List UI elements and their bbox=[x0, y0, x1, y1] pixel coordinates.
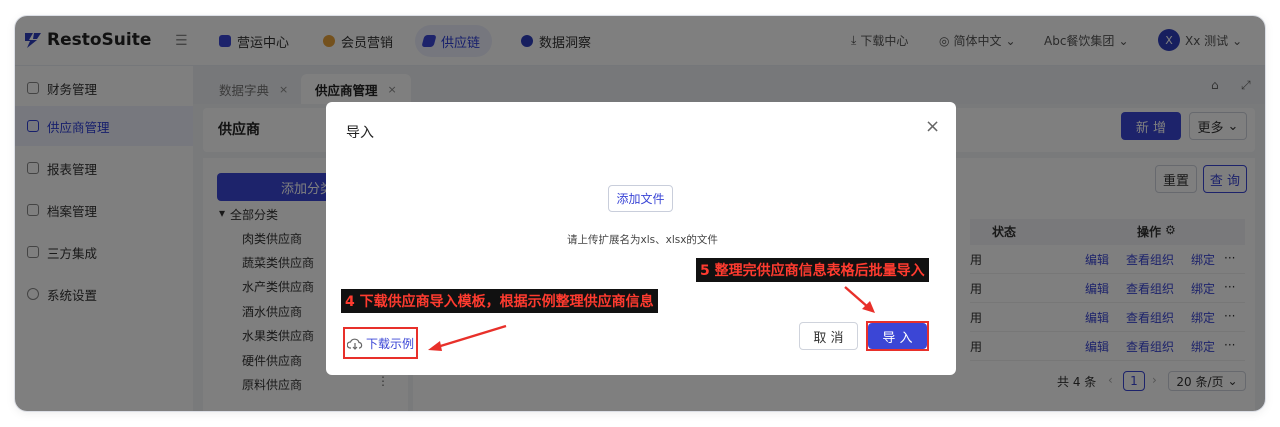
annotation-step-4: 4 下载供应商导入模板，根据示例整理供应商信息 bbox=[341, 289, 658, 313]
import-button[interactable]: 导 入 bbox=[868, 323, 927, 349]
close-icon[interactable]: × bbox=[925, 116, 940, 137]
annotation-arrow-icon bbox=[844, 286, 875, 313]
annotation-step-5: 5 整理完供应商信息表格后批量导入 bbox=[696, 258, 929, 282]
download-example-label: 下载示例 bbox=[366, 337, 415, 351]
download-example-link[interactable]: 下载示例 bbox=[347, 335, 414, 352]
cloud-download-icon bbox=[347, 338, 363, 350]
dialog-title: 导入 bbox=[346, 125, 374, 141]
upload-hint: 请上传扩展名为xls、xlsx的文件 bbox=[567, 234, 718, 246]
cancel-button[interactable]: 取 消 bbox=[799, 322, 858, 350]
add-file-button[interactable]: 添加文件 bbox=[608, 185, 673, 212]
annotation-arrow-icon bbox=[428, 324, 507, 351]
